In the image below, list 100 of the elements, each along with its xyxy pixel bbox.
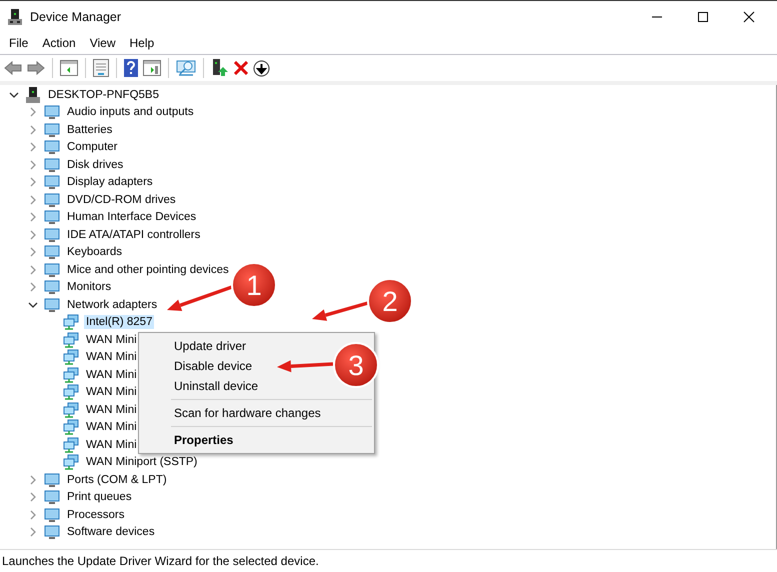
tree-item[interactable]: Ports (COM & LPT) <box>65 472 169 487</box>
network-icon <box>63 384 79 400</box>
device-icon <box>44 506 60 523</box>
annotation-number: 2 <box>382 286 398 317</box>
device-icon <box>44 192 60 208</box>
device-icon <box>44 279 60 296</box>
network-icon <box>63 436 79 453</box>
device-icon <box>44 174 60 190</box>
tree-item[interactable]: WAN Mini <box>84 438 139 452</box>
device-icon <box>44 472 60 488</box>
app-icon <box>8 8 22 24</box>
tree-item[interactable]: Software devices <box>65 525 157 540</box>
tree-item[interactable]: Audio inputs and outputs <box>65 105 196 120</box>
annotation-arrow <box>312 301 368 321</box>
expand-chevron-icon[interactable] <box>28 282 38 292</box>
network-icon <box>63 314 79 330</box>
uninstall-icon[interactable] <box>234 61 248 75</box>
expand-chevron-icon[interactable] <box>28 247 38 258</box>
tree-item[interactable]: Keyboards <box>65 245 124 260</box>
menu-item[interactable]: Help <box>122 36 162 50</box>
tree-item[interactable]: WAN Mini <box>84 368 139 382</box>
annotation-badge <box>367 278 413 324</box>
menu-item[interactable]: Action <box>35 36 83 50</box>
menu-item[interactable]: Disable device <box>174 356 252 376</box>
menu-item[interactable]: Scan for hardware changes <box>174 403 321 423</box>
window-title: Device Manager <box>30 10 122 24</box>
expand-chevron-icon[interactable] <box>28 230 38 240</box>
expand-chevron-icon[interactable] <box>28 107 38 118</box>
device-icon <box>44 524 60 540</box>
network-icon <box>63 402 79 418</box>
annotation-arrow <box>277 360 334 372</box>
tree-item[interactable]: Intel(R) 8257 <box>84 315 154 330</box>
download-icon[interactable] <box>253 60 270 76</box>
expand-chevron-icon[interactable] <box>28 124 38 135</box>
expand-chevron-icon[interactable] <box>28 474 38 485</box>
panel-icon[interactable] <box>60 60 78 76</box>
device-icon <box>44 489 60 506</box>
panel-icon[interactable] <box>143 60 161 76</box>
device-icon <box>44 209 60 226</box>
close-icon[interactable] <box>743 10 755 22</box>
device-icon <box>44 104 60 120</box>
tree-item[interactable]: DESKTOP-PNFQ5B5 <box>46 88 161 102</box>
menu-item[interactable]: Update driver <box>174 336 246 356</box>
tree-item[interactable]: WAN Mini <box>84 332 139 347</box>
tree-item[interactable]: Network adapters <box>65 298 160 312</box>
device-icon <box>44 139 60 156</box>
expand-chevron-icon[interactable] <box>28 160 38 170</box>
tree-item[interactable]: Display adapters <box>65 175 155 190</box>
tree-item[interactable]: WAN Mini <box>84 385 139 400</box>
menu-item[interactable]: View <box>82 36 122 50</box>
tree-item[interactable]: DVD/CD-ROM drives <box>65 192 178 207</box>
tree-item[interactable]: WAN Mini <box>84 350 139 364</box>
update-driver-icon[interactable] <box>211 59 229 77</box>
computer-icon <box>25 86 41 103</box>
tree-item[interactable]: WAN Mini <box>84 420 139 434</box>
device-icon <box>44 226 60 243</box>
tree-item[interactable]: Computer <box>65 140 120 154</box>
forward-arrow-icon[interactable] <box>27 61 45 75</box>
network-icon <box>63 332 79 348</box>
expand-chevron-icon[interactable] <box>28 194 38 205</box>
device-icon <box>44 156 60 173</box>
network-icon <box>63 349 79 366</box>
tree-item[interactable]: IDE ATA/ATAPI controllers <box>65 228 202 242</box>
expand-chevron-icon[interactable] <box>28 264 38 275</box>
collapse-chevron-icon[interactable] <box>9 90 19 100</box>
maximize-icon[interactable] <box>697 10 709 22</box>
network-icon <box>63 366 79 383</box>
monitor-search-icon[interactable] <box>176 59 196 77</box>
expand-chevron-icon[interactable] <box>28 212 38 222</box>
annotation-number: 3 <box>348 350 364 381</box>
tree-item[interactable]: Disk drives <box>65 158 126 172</box>
expand-chevron-icon[interactable] <box>28 492 38 502</box>
tree-item[interactable]: WAN Miniport (SSTP) <box>84 455 200 470</box>
tree-item[interactable]: Monitors <box>65 280 114 294</box>
annotation-number: 1 <box>246 270 262 301</box>
tree-item[interactable]: Batteries <box>65 122 114 137</box>
expand-chevron-icon[interactable] <box>28 510 38 520</box>
network-icon <box>63 454 79 470</box>
properties-icon[interactable] <box>93 59 109 77</box>
menu-item[interactable]: Properties <box>174 430 234 450</box>
tree-item[interactable]: Mice and other pointing devices <box>65 262 231 277</box>
device-icon <box>44 296 60 313</box>
help-icon[interactable] <box>124 59 138 77</box>
status-text: Launches the Update Driver Wizard for the selected device. <box>0 549 777 572</box>
tree-item[interactable]: Human Interface Devices <box>65 210 198 224</box>
annotation-badge <box>231 262 277 308</box>
device-icon <box>44 262 60 278</box>
menu-item[interactable]: File <box>2 36 36 50</box>
menu-item[interactable]: Uninstall device <box>174 376 258 396</box>
back-arrow-icon[interactable] <box>4 61 22 75</box>
annotation-arrow <box>167 285 233 311</box>
network-icon <box>63 419 79 436</box>
tree-item[interactable]: WAN Mini <box>84 402 139 417</box>
tree-item[interactable]: Processors <box>65 508 127 522</box>
collapse-chevron-icon[interactable] <box>28 300 38 310</box>
expand-chevron-icon[interactable] <box>28 177 38 188</box>
annotation-badge <box>333 342 379 388</box>
expand-chevron-icon[interactable] <box>28 527 38 538</box>
tree-item[interactable]: Print queues <box>65 490 134 504</box>
expand-chevron-icon[interactable] <box>28 142 38 152</box>
